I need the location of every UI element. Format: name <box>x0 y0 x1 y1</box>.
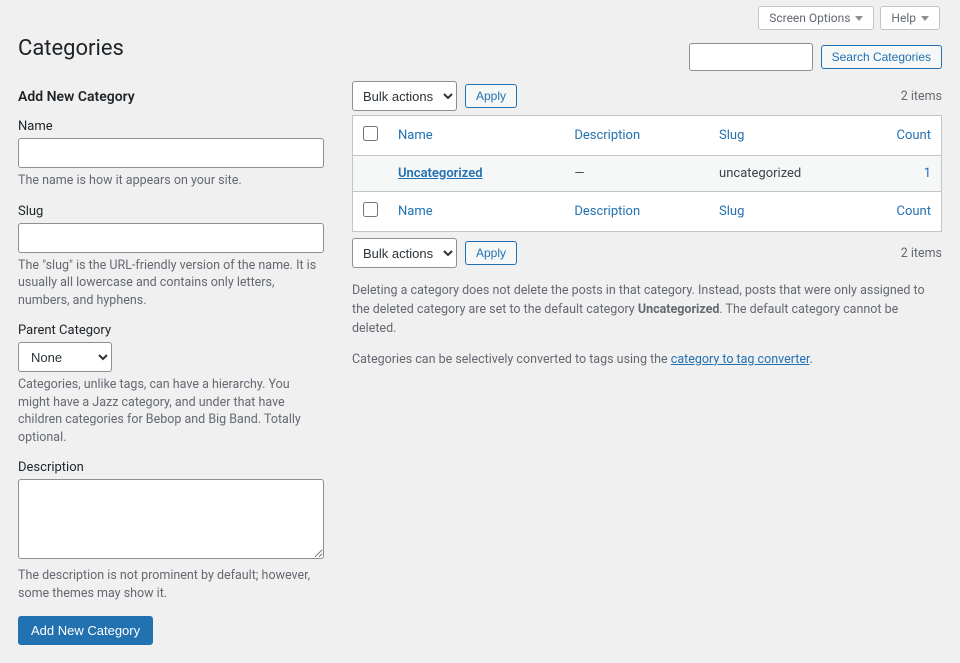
category-count-link[interactable]: 1 <box>924 166 931 181</box>
description-textarea[interactable] <box>18 479 324 559</box>
category-name-link[interactable]: Uncategorized <box>398 166 483 181</box>
add-new-category-button[interactable]: Add New Category <box>18 616 153 645</box>
parent-category-label: Parent Category <box>18 323 324 338</box>
column-footer-count[interactable]: Count <box>882 192 942 232</box>
description-label: Description <box>18 460 324 475</box>
category-to-tag-converter-link[interactable]: category to tag converter <box>671 352 810 367</box>
parent-category-help: Categories, unlike tags, can have a hier… <box>18 376 324 446</box>
category-slug: uncategorized <box>709 156 881 192</box>
name-input[interactable] <box>18 138 324 168</box>
search-categories-button[interactable]: Search Categories <box>821 45 942 69</box>
slug-label: Slug <box>18 204 324 219</box>
screen-options-label: Screen Options <box>769 11 850 25</box>
apply-button-top[interactable]: Apply <box>465 84 517 108</box>
chevron-down-icon <box>921 16 929 21</box>
column-footer-slug[interactable]: Slug <box>709 192 881 232</box>
help-label: Help <box>891 11 916 25</box>
slug-input[interactable] <box>18 223 324 253</box>
column-footer-name[interactable]: Name <box>388 192 564 232</box>
table-row: Uncategorized — uncategorized 1 <box>353 156 942 192</box>
column-header-description[interactable]: Description <box>564 116 709 156</box>
bulk-actions-select-top[interactable]: Bulk actions <box>352 81 457 111</box>
name-label: Name <box>18 119 324 134</box>
items-count-bottom: 2 items <box>901 246 942 261</box>
apply-button-bottom[interactable]: Apply <box>465 241 517 265</box>
help-tab[interactable]: Help <box>880 6 940 30</box>
name-help: The name is how it appears on your site. <box>18 172 324 190</box>
bulk-actions-select-bottom[interactable]: Bulk actions <box>352 238 457 268</box>
parent-category-select[interactable]: None <box>18 342 112 372</box>
description-help: The description is not prominent by defa… <box>18 567 324 602</box>
chevron-down-icon <box>855 16 863 21</box>
column-footer-description[interactable]: Description <box>564 192 709 232</box>
add-new-category-heading: Add New Category <box>18 89 324 105</box>
column-header-count[interactable]: Count <box>882 116 942 156</box>
select-all-checkbox-top[interactable] <box>363 126 378 141</box>
column-header-slug[interactable]: Slug <box>709 116 881 156</box>
slug-help: The "slug" is the URL-friendly version o… <box>18 257 324 310</box>
category-description: — <box>564 156 709 192</box>
screen-options-tab[interactable]: Screen Options <box>758 6 874 30</box>
items-count-top: 2 items <box>901 89 942 104</box>
select-all-checkbox-bottom[interactable] <box>363 202 378 217</box>
footer-notes: Deleting a category does not delete the … <box>352 282 942 370</box>
column-header-name[interactable]: Name <box>388 116 564 156</box>
categories-table: Name Description Slug Count Uncategorize… <box>352 115 942 232</box>
search-categories-input[interactable] <box>689 43 813 71</box>
